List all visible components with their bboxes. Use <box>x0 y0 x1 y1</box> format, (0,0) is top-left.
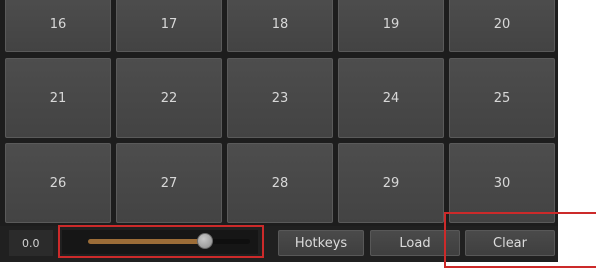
pad-grid-panel: 16 17 18 19 20 21 22 23 24 25 26 27 28 2… <box>0 0 558 262</box>
pad-25[interactable]: 25 <box>449 58 555 138</box>
hotkeys-button[interactable]: Hotkeys <box>278 230 364 256</box>
pad-19[interactable]: 19 <box>338 0 444 52</box>
slider-fill <box>88 239 205 244</box>
pad-21[interactable]: 21 <box>5 58 111 138</box>
pad-22[interactable]: 22 <box>116 58 222 138</box>
pad-23[interactable]: 23 <box>227 58 333 138</box>
pad-20[interactable]: 20 <box>449 0 555 52</box>
clear-button[interactable]: Clear <box>465 230 555 256</box>
value-display: 0.0 <box>9 230 53 256</box>
pad-18[interactable]: 18 <box>227 0 333 52</box>
pad-26[interactable]: 26 <box>5 143 111 223</box>
pad-29[interactable]: 29 <box>338 143 444 223</box>
pad-24[interactable]: 24 <box>338 58 444 138</box>
pad-17[interactable]: 17 <box>116 0 222 52</box>
pad-30[interactable]: 30 <box>449 143 555 223</box>
slider-handle[interactable] <box>196 233 213 249</box>
load-button[interactable]: Load <box>370 230 460 256</box>
pad-16[interactable]: 16 <box>5 0 111 52</box>
pad-28[interactable]: 28 <box>227 143 333 223</box>
pad-27[interactable]: 27 <box>116 143 222 223</box>
